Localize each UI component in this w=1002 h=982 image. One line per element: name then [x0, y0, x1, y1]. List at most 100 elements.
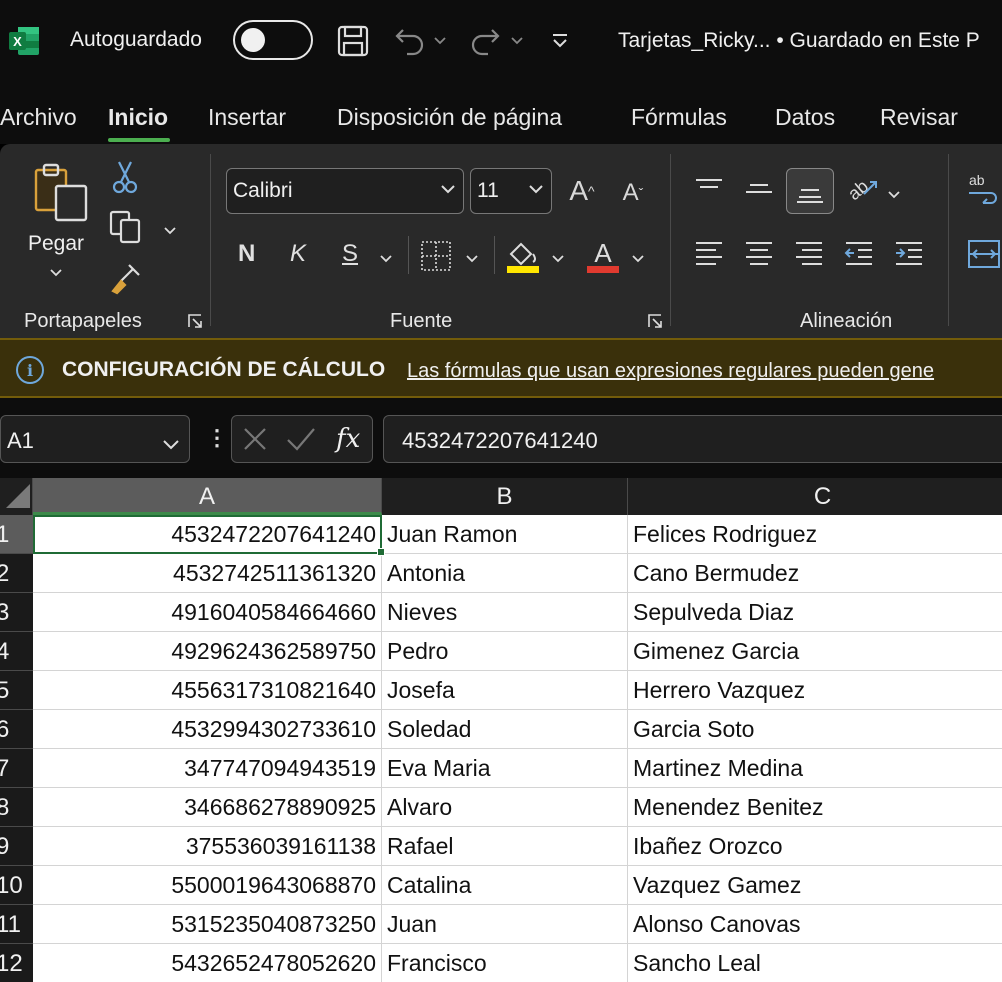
font-size-select[interactable]: 11 — [470, 168, 552, 214]
tab-disposicion-pagina[interactable]: Disposición de página — [337, 104, 562, 131]
row-header[interactable]: 11 — [0, 905, 33, 944]
paste-label[interactable]: Pegar — [28, 232, 84, 256]
name-box[interactable]: A1 — [0, 415, 190, 463]
cut-icon[interactable] — [110, 160, 140, 194]
decrease-indent-icon[interactable] — [840, 236, 878, 270]
paste-icon[interactable] — [32, 162, 92, 226]
cell-first-name[interactable]: Pedro — [382, 632, 628, 671]
cell-card-number[interactable]: 4532994302733610 — [33, 710, 382, 749]
font-color-icon[interactable]: A — [584, 236, 622, 274]
customize-toolbar-icon[interactable] — [548, 22, 572, 60]
cell-last-name[interactable]: Herrero Vazquez — [628, 671, 1002, 710]
cell-card-number[interactable]: 4532472207641240 — [33, 515, 382, 554]
redo-dropdown-icon[interactable] — [509, 22, 525, 60]
chevron-down-icon[interactable] — [163, 430, 179, 456]
cell-first-name[interactable]: Rafael — [382, 827, 628, 866]
underline-dropdown-icon[interactable] — [380, 250, 392, 266]
increase-font-size-icon[interactable]: A ^ — [562, 172, 602, 210]
underline-button[interactable]: S — [342, 240, 358, 268]
italic-button[interactable]: K — [290, 240, 306, 268]
paste-dropdown-icon[interactable] — [50, 264, 62, 280]
enter-icon[interactable] — [286, 426, 316, 457]
cell-first-name[interactable]: Francisco — [382, 944, 628, 982]
column-header-c[interactable]: C — [628, 478, 1002, 515]
cell-card-number[interactable]: 4556317310821640 — [33, 671, 382, 710]
row-header[interactable]: 9 — [0, 827, 33, 866]
orientation-dropdown-icon[interactable] — [888, 186, 900, 202]
copy-icon[interactable] — [108, 210, 142, 244]
cell-first-name[interactable]: Soledad — [382, 710, 628, 749]
undo-icon[interactable] — [392, 22, 428, 60]
bold-button[interactable]: N — [238, 240, 255, 268]
format-painter-icon[interactable] — [108, 260, 144, 296]
cell-card-number[interactable]: 346686278890925 — [33, 788, 382, 827]
cell-last-name[interactable]: Sancho Leal — [628, 944, 1002, 982]
tab-inicio[interactable]: Inicio — [108, 104, 168, 131]
fill-color-icon[interactable] — [504, 236, 542, 274]
wrap-text-icon[interactable]: ab — [966, 170, 1002, 206]
increase-indent-icon[interactable] — [890, 236, 928, 270]
autosave-toggle[interactable] — [233, 20, 313, 60]
column-header-b[interactable]: B — [382, 478, 628, 515]
cell-card-number[interactable]: 347747094943519 — [33, 749, 382, 788]
cell-last-name[interactable]: Ibañez Orozco — [628, 827, 1002, 866]
cell-last-name[interactable]: Vazquez Gamez — [628, 866, 1002, 905]
cell-first-name[interactable]: Juan — [382, 905, 628, 944]
row-header[interactable]: 4 — [0, 632, 33, 671]
cell-first-name[interactable]: Nieves — [382, 593, 628, 632]
row-header[interactable]: 3 — [0, 593, 33, 632]
cell-card-number[interactable]: 375536039161138 — [33, 827, 382, 866]
cell-card-number[interactable]: 4929624362589750 — [33, 632, 382, 671]
cell-first-name[interactable]: Antonia — [382, 554, 628, 593]
align-left-icon[interactable] — [690, 236, 728, 270]
cell-last-name[interactable]: Martinez Medina — [628, 749, 1002, 788]
tab-insertar[interactable]: Insertar — [208, 104, 286, 131]
clipboard-launcher-icon[interactable] — [186, 312, 204, 330]
select-all-button[interactable] — [0, 478, 33, 515]
save-icon[interactable] — [334, 22, 372, 60]
undo-dropdown-icon[interactable] — [432, 22, 448, 60]
tab-archivo[interactable]: Archivo — [0, 104, 77, 131]
row-header[interactable]: 1 — [0, 515, 33, 554]
borders-dropdown-icon[interactable] — [466, 250, 478, 266]
cell-last-name[interactable]: Menendez Benitez — [628, 788, 1002, 827]
fill-handle[interactable] — [377, 548, 385, 556]
align-top-icon[interactable] — [690, 172, 728, 206]
formula-input[interactable]: 4532472207641240 — [383, 415, 1002, 463]
font-color-dropdown-icon[interactable] — [632, 250, 644, 266]
row-header[interactable]: 5 — [0, 671, 33, 710]
font-launcher-icon[interactable] — [646, 312, 664, 330]
tab-datos[interactable]: Datos — [775, 104, 835, 131]
align-bottom-icon[interactable] — [786, 168, 834, 214]
cell-card-number[interactable]: 5500019643068870 — [33, 866, 382, 905]
cell-last-name[interactable]: Alonso Canovas — [628, 905, 1002, 944]
align-middle-icon[interactable] — [740, 172, 778, 206]
align-center-icon[interactable] — [740, 236, 778, 270]
fill-color-dropdown-icon[interactable] — [552, 250, 564, 266]
font-name-select[interactable]: Calibri — [226, 168, 464, 214]
merge-center-icon[interactable] — [966, 236, 1002, 272]
decrease-font-size-icon[interactable]: Aˇ — [614, 174, 652, 212]
tab-formulas[interactable]: Fórmulas — [631, 104, 727, 131]
borders-icon[interactable] — [418, 238, 454, 274]
column-header-a[interactable]: A — [33, 478, 382, 515]
row-header[interactable]: 10 — [0, 866, 33, 905]
cell-card-number[interactable]: 4916040584664660 — [33, 593, 382, 632]
insert-function-icon[interactable]: fx — [336, 424, 360, 454]
cell-last-name[interactable]: Cano Bermudez — [628, 554, 1002, 593]
cell-last-name[interactable]: Sepulveda Diaz — [628, 593, 1002, 632]
cell-card-number[interactable]: 5432652478052620 — [33, 944, 382, 982]
cell-last-name[interactable]: Gimenez Garcia — [628, 632, 1002, 671]
cell-last-name[interactable]: Garcia Soto — [628, 710, 1002, 749]
tab-revisar[interactable]: Revisar — [880, 104, 958, 131]
cancel-icon[interactable] — [242, 426, 268, 457]
cell-card-number[interactable]: 4532742511361320 — [33, 554, 382, 593]
orientation-icon[interactable]: ab — [844, 170, 882, 206]
row-header[interactable]: 2 — [0, 554, 33, 593]
row-header[interactable]: 12 — [0, 944, 33, 982]
redo-icon[interactable] — [467, 22, 503, 60]
cell-first-name[interactable]: Juan Ramon — [382, 515, 628, 554]
message-link[interactable]: Las fórmulas que usan expresiones regula… — [407, 360, 934, 383]
more-options-icon[interactable]: ⋮ — [206, 425, 228, 451]
cell-first-name[interactable]: Josefa — [382, 671, 628, 710]
